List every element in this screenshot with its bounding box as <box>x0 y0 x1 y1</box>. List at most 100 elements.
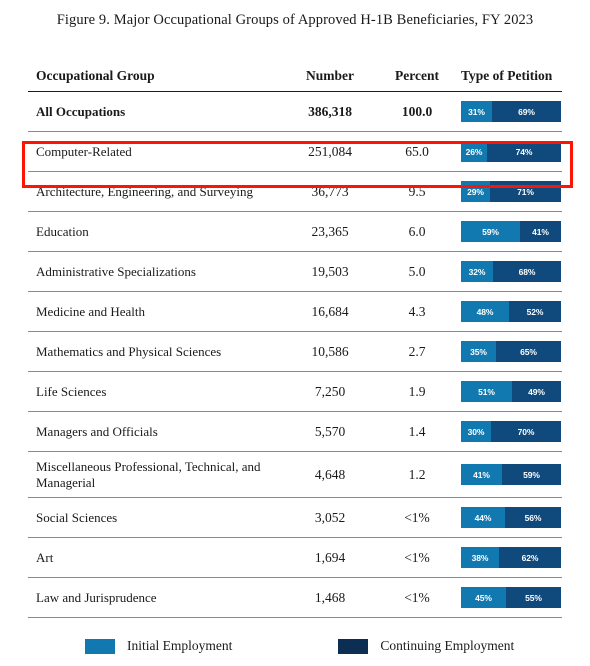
table-header-row: Occupational Group Number Percent Type o… <box>28 60 562 92</box>
bar-segment-initial: 44% <box>461 507 505 528</box>
cell-type-of-petition: 44% 56% <box>452 507 562 528</box>
cell-occupational-group: Miscellaneous Professional, Technical, a… <box>36 459 261 490</box>
bar-segment-initial: 30% <box>461 421 491 442</box>
cell-occupational-group: Administrative Specializations <box>36 263 196 279</box>
legend-swatch-continuing-icon <box>338 638 369 654</box>
cell-type-of-petition: 59% 41% <box>452 221 562 242</box>
stacked-bar: 35% 65% <box>461 341 561 362</box>
bar-segment-initial: 59% <box>461 221 520 242</box>
legend-item-initial-employment: Initial Employment <box>85 638 232 654</box>
cell-percent: 65.0 <box>405 143 429 159</box>
stacked-bar: 29% 71% <box>461 181 561 202</box>
bar-segment-continuing: 70% <box>491 421 561 442</box>
stacked-bar: 38% 62% <box>461 547 561 568</box>
table-row: Medicine and Health 16,684 4.3 48% 52% <box>28 292 562 332</box>
bar-segment-continuing: 52% <box>509 301 561 322</box>
table-row: Architecture, Engineering, and Surveying… <box>28 172 562 212</box>
table-row: Managers and Officials 5,570 1.4 30% 70% <box>28 412 562 452</box>
cell-percent: 9.5 <box>408 183 426 199</box>
cell-type-of-petition: 51% 49% <box>452 381 562 402</box>
cell-occupational-group: Law and Jurisprudence <box>36 589 157 605</box>
legend-label-continuing-employment: Continuing Employment <box>380 638 515 653</box>
cell-occupational-group: Medicine and Health <box>36 303 146 319</box>
bar-segment-continuing: 65% <box>496 341 561 362</box>
table-row: Social Sciences 3,052 <1% 44% 56% <box>28 498 562 538</box>
cell-number: 251,084 <box>308 143 352 159</box>
stacked-bar: 59% 41% <box>461 221 561 242</box>
cell-percent: 6.0 <box>408 223 426 239</box>
cell-type-of-petition: 48% 52% <box>452 301 562 322</box>
stacked-bar: 26% 74% <box>461 141 561 162</box>
bar-segment-continuing: 74% <box>487 141 561 162</box>
cell-occupational-group: Computer-Related <box>36 143 132 159</box>
cell-number: 4,648 <box>314 466 346 482</box>
cell-percent: <1% <box>404 549 430 565</box>
cell-number: 1,694 <box>314 549 346 565</box>
column-header-occupational-group: Occupational Group <box>36 67 155 83</box>
cell-percent: 5.0 <box>408 263 426 279</box>
stacked-bar: 45% 55% <box>461 587 561 608</box>
cell-number: 1,468 <box>314 589 346 605</box>
cell-occupational-group: Mathematics and Physical Sciences <box>36 343 222 359</box>
bar-segment-initial: 45% <box>461 587 506 608</box>
cell-occupational-group: Art <box>36 549 54 565</box>
bar-segment-continuing: 62% <box>499 547 561 568</box>
bar-segment-continuing: 68% <box>493 261 561 282</box>
table-row: Computer-Related 251,084 65.0 26% 74% <box>28 132 562 172</box>
bar-segment-initial: 26% <box>461 141 487 162</box>
cell-type-of-petition: 31% 69% <box>452 101 562 122</box>
bar-segment-initial: 41% <box>461 464 502 485</box>
bar-segment-initial: 48% <box>461 301 509 322</box>
cell-type-of-petition: 35% 65% <box>452 341 562 362</box>
table-row: Education 23,365 6.0 59% 41% <box>28 212 562 252</box>
stacked-bar: 31% 69% <box>461 101 561 122</box>
stacked-bar: 51% 49% <box>461 381 561 402</box>
bar-segment-continuing: 55% <box>506 587 561 608</box>
cell-percent: 1.4 <box>408 423 426 439</box>
cell-occupational-group: Education <box>36 223 89 239</box>
bar-segment-initial: 38% <box>461 547 499 568</box>
chart-legend: Initial Employment Continuing Employment <box>28 633 562 659</box>
cell-occupational-group: Social Sciences <box>36 509 118 525</box>
cell-percent: 100.0 <box>401 103 433 119</box>
cell-type-of-petition: 38% 62% <box>452 547 562 568</box>
table-row: Miscellaneous Professional, Technical, a… <box>28 452 562 498</box>
cell-occupational-group: Architecture, Engineering, and Surveying <box>36 183 253 199</box>
table-row: Administrative Specializations 19,503 5.0 3… <box>28 252 562 292</box>
cell-number: 10,586 <box>311 343 349 359</box>
cell-percent: 1.9 <box>408 383 426 399</box>
cell-number: 5,570 <box>314 423 346 439</box>
cell-number: 386,318 <box>308 103 352 119</box>
bar-segment-continuing: 59% <box>502 464 561 485</box>
cell-percent: 4.3 <box>408 303 426 319</box>
cell-number: 19,503 <box>311 263 349 279</box>
table-row: Mathematics and Physical Sciences 10,586 2… <box>28 332 562 372</box>
bar-segment-initial: 29% <box>461 181 490 202</box>
bar-segment-continuing: 49% <box>512 381 561 402</box>
cell-occupational-group: Managers and Officials <box>36 423 158 439</box>
column-header-type-of-petition: Type of Petition <box>461 67 553 83</box>
cell-number: 7,250 <box>314 383 346 399</box>
cell-percent: <1% <box>404 509 430 525</box>
bar-segment-initial: 31% <box>461 101 492 122</box>
cell-type-of-petition: 29% 71% <box>452 181 562 202</box>
bar-segment-initial: 51% <box>461 381 512 402</box>
bar-segment-continuing: 41% <box>520 221 561 242</box>
cell-type-of-petition: 26% 74% <box>452 141 562 162</box>
table-body: All Occupations 386,318 100.0 31% 69% Compute… <box>28 92 562 618</box>
stacked-bar: 48% 52% <box>461 301 561 322</box>
column-header-percent: Percent <box>395 67 439 83</box>
cell-type-of-petition: 41% 59% <box>452 464 562 485</box>
table-row: All Occupations 386,318 100.0 31% 69% <box>28 92 562 132</box>
column-header-number: Number <box>306 67 354 83</box>
legend-label-initial-employment: Initial Employment <box>127 638 233 653</box>
cell-type-of-petition: 30% 70% <box>452 421 562 442</box>
cell-type-of-petition: 32% 68% <box>452 261 562 282</box>
bar-segment-continuing: 71% <box>490 181 561 202</box>
cell-percent: 1.2 <box>408 466 426 482</box>
cell-number: 3,052 <box>314 509 346 525</box>
cell-type-of-petition: 45% 55% <box>452 587 562 608</box>
bar-segment-continuing: 56% <box>505 507 561 528</box>
table-row: Art 1,694 <1% 38% 62% <box>28 538 562 578</box>
cell-percent: 2.7 <box>408 343 426 359</box>
